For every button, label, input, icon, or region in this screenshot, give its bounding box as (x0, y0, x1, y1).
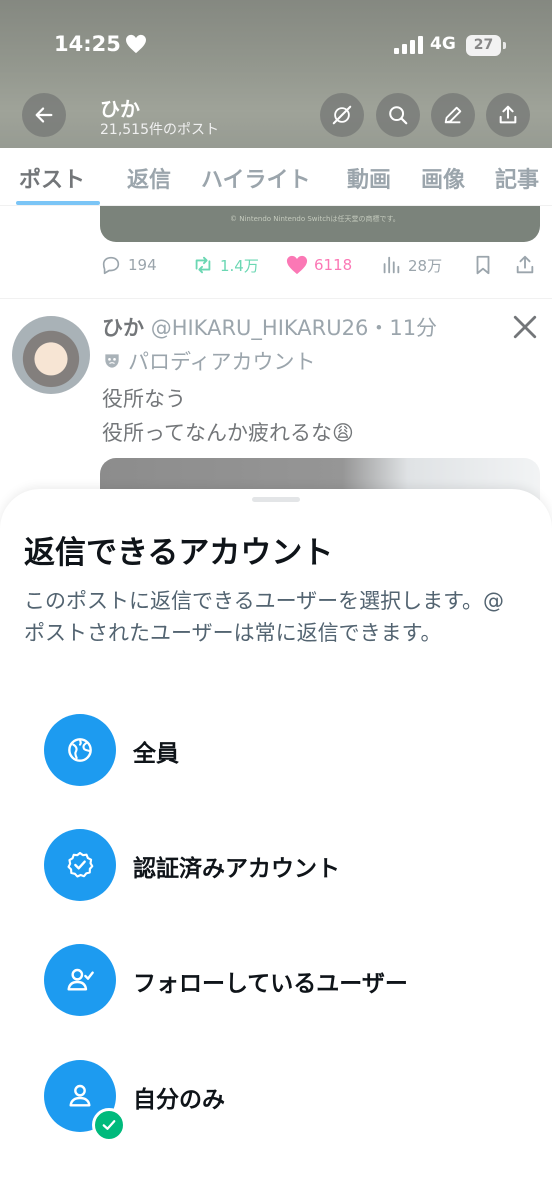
option-label: フォローしているユーザー (133, 971, 408, 997)
sheet-grabber[interactable] (252, 497, 300, 502)
selected-check-badge (92, 1108, 126, 1142)
option-label: 認証済みアカウント (133, 856, 340, 882)
option-only-me[interactable]: 自分のみ (44, 1060, 524, 1142)
sheet-title: 返信できるアカウント (24, 535, 334, 571)
verified-badge-icon (67, 851, 94, 878)
option-everyone[interactable]: 全員 (44, 714, 524, 786)
option-following[interactable]: フォローしているユーザー (44, 944, 524, 1016)
option-label: 全員 (133, 741, 179, 767)
option-verified-accounts[interactable]: 認証済みアカウント (44, 829, 524, 901)
person-icon (69, 1084, 91, 1107)
person-check-icon (67, 968, 94, 991)
sheet-description: このポストに返信できるユーザーを選択します。@ポストされたユーザーは常に返信でき… (24, 589, 505, 645)
checkmark-icon (102, 1120, 116, 1130)
globe-icon (68, 738, 92, 762)
option-label: 自分のみ (133, 1087, 225, 1113)
reply-settings-sheet: 返信できるアカウント このポストに返信できるユーザーを選択します。@ポストされた… (0, 489, 552, 1200)
